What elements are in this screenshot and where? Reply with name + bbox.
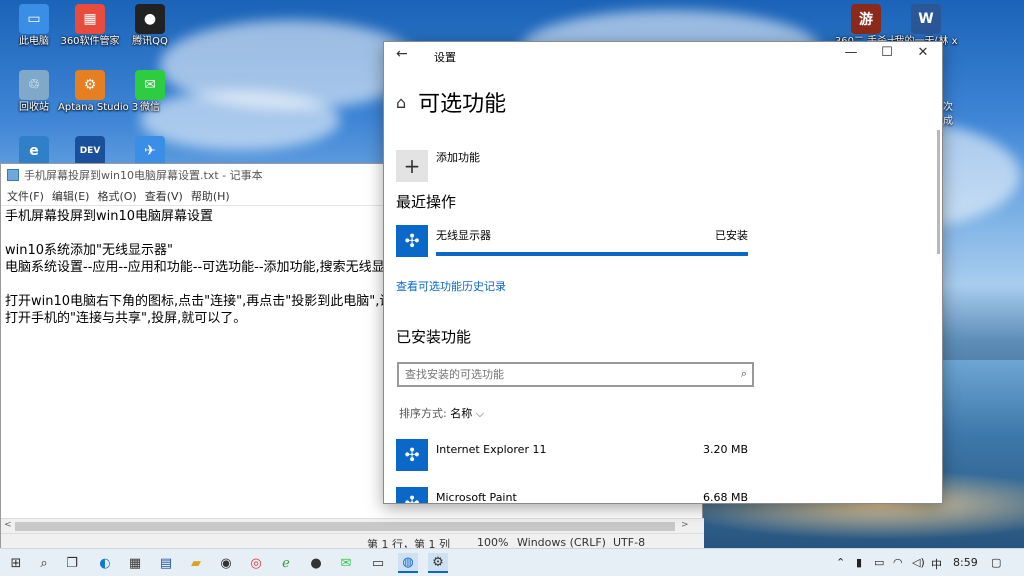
installed-feature-name: Microsoft Paint — [436, 491, 517, 504]
page-header: ⌂ 可选功能 — [396, 86, 506, 118]
recent-feature-status: 已安装 — [715, 229, 748, 242]
qq-icon[interactable]: ● — [306, 553, 326, 573]
settings-titlebar[interactable]: ← 设置 — ☐ ✕ — [384, 42, 942, 70]
desktop-icon-label: Aptana Studio 3 — [58, 102, 139, 113]
microphone-icon[interactable]: ▮ — [856, 556, 862, 569]
desktop-icon-label: 回收站 — [19, 102, 49, 113]
qq-penguin-icon: ● — [135, 4, 165, 34]
notification-center-icon[interactable]: ▢ — [991, 556, 1001, 569]
task-view-icon[interactable]: ❐ — [62, 553, 82, 573]
recycle-bin-icon: ♲ — [19, 70, 49, 100]
close-icon[interactable]: ✕ — [905, 45, 941, 60]
bird-app-icon: ✈ — [135, 136, 165, 166]
taskbar: ⊞ ⌕ ❐ ◐ ▦ ▤ ▰ ◉ ◎ ℯ ● ✉ ▭ ◍ ⚙ ⌃ ▮ ▭ ◠ ◁)… — [0, 548, 1024, 576]
menu-view[interactable]: 查看(V) — [145, 188, 183, 204]
installed-feature-size: 6.68 MB — [702, 491, 748, 504]
word-doc-icon: W — [911, 4, 941, 34]
page-title: 可选功能 — [418, 92, 507, 117]
installed-feature-row[interactable]: ✣ Microsoft Paint 6.68 MB — [396, 487, 748, 504]
recent-feature-name: 无线显示器 — [436, 229, 491, 242]
desktop-icon-wechat[interactable]: ✉ 微信 — [118, 70, 182, 114]
installed-feature-name: Internet Explorer 11 — [436, 443, 547, 456]
installed-feature-row[interactable]: ✣ Internet Explorer 11 3.20 MB — [396, 439, 748, 475]
ie-browser-icon[interactable]: ℯ — [276, 553, 296, 573]
recent-actions-heading: 最近操作 — [396, 193, 457, 211]
menu-format[interactable]: 格式(O) — [97, 188, 136, 204]
puzzle-piece-icon: ✣ — [396, 225, 428, 257]
installed-search-input[interactable] — [399, 364, 719, 385]
screen-recorder-icon[interactable]: ◍ — [398, 553, 418, 573]
wechat-icon[interactable]: ✉ — [336, 553, 356, 573]
install-progress-bar — [436, 252, 748, 256]
maximize-icon[interactable]: ☐ — [869, 45, 905, 60]
windows-start-icon[interactable]: ⊞ — [6, 553, 26, 573]
search-icon[interactable]: ⌕ — [34, 553, 54, 573]
sort-dropdown[interactable]: 排序方式: 名称 ⌵ — [399, 405, 484, 421]
sort-value: 名称 — [450, 407, 473, 420]
feature-history-link[interactable]: 查看可选功能历史记录 — [396, 278, 506, 294]
edge-browser-icon[interactable]: ◐ — [95, 553, 115, 573]
desktop-icon-label: 腾讯QQ — [132, 36, 168, 47]
clock-time[interactable]: 8:59 — [953, 556, 978, 569]
edge-icon: e — [19, 136, 49, 166]
file-explorer-icon[interactable]: ▰ — [186, 553, 206, 573]
plus-icon: + — [396, 150, 428, 182]
game-icon: 游 — [851, 4, 881, 34]
ime-indicator[interactable]: 中 — [931, 556, 942, 572]
back-arrow-icon[interactable]: ← — [396, 46, 408, 62]
settings-scrollbar[interactable] — [937, 130, 940, 254]
puzzle-piece-icon: ✣ — [396, 487, 428, 503]
desktop-partial-label-2: 成 — [943, 116, 953, 127]
wifi-icon[interactable]: ◠ — [893, 556, 903, 569]
home-icon[interactable]: ⌂ — [396, 93, 406, 112]
calculator-icon[interactable]: ▦ — [125, 553, 145, 573]
desktop-icon-qq[interactable]: ● 腾讯QQ — [118, 4, 182, 48]
dev-cpp-icon: DEV — [75, 136, 105, 166]
menu-help[interactable]: 帮助(H) — [191, 188, 230, 204]
desktop-icon-recycle-bin[interactable]: ♲ 回收站 — [2, 70, 66, 114]
network-icon[interactable]: ▭ — [874, 556, 884, 569]
scroll-left-icon[interactable]: < — [4, 520, 12, 530]
tray-chevron-up-icon[interactable]: ⌃ — [836, 556, 845, 569]
desktop-icon-label: 360软件管家 — [60, 36, 120, 47]
installed-search-box[interactable]: ⌕ — [397, 362, 754, 387]
media-player-icon[interactable]: ◉ — [216, 553, 236, 573]
chevron-down-icon: ⌵ — [475, 407, 485, 420]
menu-file[interactable]: 文件(F) — [7, 188, 44, 204]
desktop-icon-label: 此电脑 — [19, 36, 49, 47]
installed-features-heading: 已安装功能 — [396, 328, 472, 346]
add-feature-button[interactable]: + 添加功能 — [396, 150, 480, 182]
aptana-gear-icon: ⚙ — [75, 70, 105, 100]
shield-app-icon: ▦ — [75, 4, 105, 34]
wechat-icon: ✉ — [135, 70, 165, 100]
chrome-browser-icon[interactable]: ◎ — [246, 553, 266, 573]
recent-feature-row[interactable]: ✣ 无线显示器 已安装 — [396, 223, 748, 263]
notepad-taskbar-icon[interactable]: ▭ — [368, 553, 388, 573]
computer-icon: ▭ — [19, 4, 49, 34]
desktop-icon-aptana[interactable]: ⚙ Aptana Studio 3 — [58, 70, 139, 114]
menu-edit[interactable]: 编辑(E) — [52, 188, 90, 204]
desktop-icon-this-pc[interactable]: ▭ 此电脑 — [2, 4, 66, 48]
notepad-icon — [7, 169, 19, 181]
puzzle-piece-icon: ✣ — [396, 439, 428, 471]
desktop-icon-label: 微信 — [140, 102, 160, 113]
add-feature-label: 添加功能 — [436, 151, 480, 164]
dev-app-icon[interactable]: ▤ — [156, 553, 176, 573]
scroll-right-icon[interactable]: > — [681, 520, 689, 530]
notepad-horizontal-scrollbar[interactable]: < > — [1, 518, 704, 533]
scrollbar-thumb[interactable] — [15, 522, 675, 531]
search-icon: ⌕ — [740, 367, 747, 380]
settings-app-title: 设置 — [434, 51, 456, 64]
notepad-title: 手机屏幕投屏到win10电脑屏幕设置.txt - 记事本 — [24, 169, 263, 182]
desktop-icon-360-manager[interactable]: ▦ 360软件管家 — [58, 4, 122, 48]
installed-feature-size: 3.20 MB — [702, 443, 748, 456]
desktop-partial-label-1: 次 — [943, 102, 953, 113]
minimize-icon[interactable]: — — [833, 45, 869, 60]
volume-icon[interactable]: ◁) — [912, 556, 925, 569]
sort-label: 排序方式: — [399, 407, 447, 420]
settings-gear-icon[interactable]: ⚙ — [428, 553, 448, 573]
settings-window[interactable]: ← 设置 — ☐ ✕ ⌂ 可选功能 + 添加功能 最近操作 ✣ 无线显示器 已安… — [383, 41, 943, 504]
